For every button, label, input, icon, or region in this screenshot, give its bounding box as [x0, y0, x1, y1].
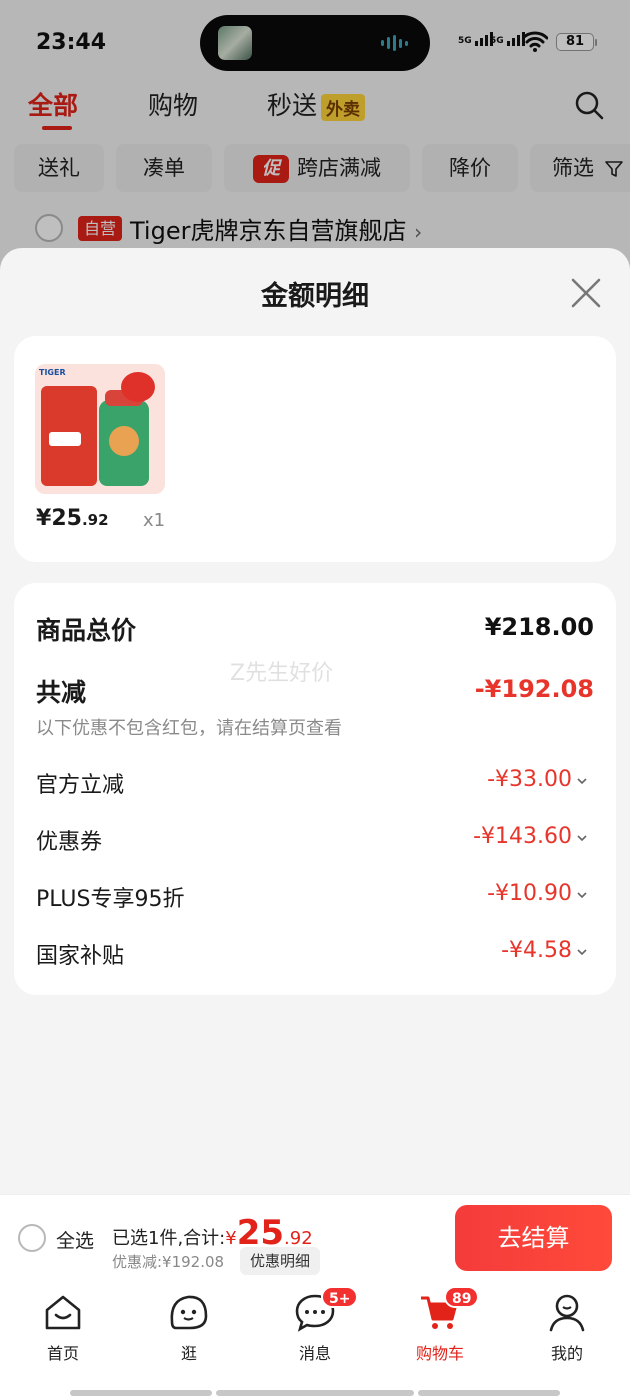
home-indicator	[70, 1390, 212, 1396]
profile-icon	[549, 1294, 585, 1332]
discount-item-value: -¥10.90	[487, 881, 572, 906]
discount-item-value: -¥4.58	[501, 938, 572, 963]
tab-home-label: 首页	[46, 1344, 79, 1363]
checkout-bar: 全选 已选1件,合计:¥25.92 优惠减:¥192.08 优惠明细 去结算	[0, 1194, 630, 1282]
close-icon[interactable]	[569, 276, 603, 310]
tab-messages-label: 消息	[298, 1344, 331, 1363]
tab-cart-label: 购物车	[415, 1344, 464, 1363]
product-quantity: x1	[143, 510, 166, 531]
discount-item-label: 官方立减	[36, 773, 125, 798]
brand-logo: TIGER	[39, 368, 66, 377]
tab-home[interactable]: 首页	[23, 1292, 103, 1364]
select-all-label[interactable]: 全选	[56, 1226, 94, 1253]
product-card: TIGER ¥25.92 x1	[14, 336, 616, 562]
discount-item-value: -¥143.60	[473, 824, 572, 849]
modal-dim-overlay[interactable]	[0, 0, 630, 270]
amount-detail-sheet: 金额明细 TIGER ¥25.92 x1 Z先生好价 商品总价 ¥218.00 …	[0, 248, 630, 1194]
discount-detail-button[interactable]: 优惠明细	[240, 1247, 321, 1275]
bottle-graphic	[99, 390, 149, 486]
discount-item-label: PLUS专享95折	[36, 887, 185, 912]
chevron-down-icon[interactable]	[576, 775, 588, 787]
total-discount-label: 共减	[36, 678, 87, 707]
product-thumbnail[interactable]: TIGER	[35, 364, 165, 494]
chevron-down-icon[interactable]	[576, 832, 588, 844]
discount-item-value: -¥33.00	[487, 767, 572, 792]
home-indicator-right	[418, 1390, 560, 1396]
total-price-value: ¥218.00	[484, 613, 594, 641]
tab-messages[interactable]: 5+ 消息	[275, 1286, 359, 1364]
total-discount-value: -¥192.08	[474, 675, 594, 703]
price-breakdown-card: Z先生好价 商品总价 ¥218.00 共减 -¥192.08 以下优惠不包含红包…	[14, 583, 616, 995]
home-icon	[45, 1295, 81, 1330]
tab-me-label: 我的	[550, 1344, 583, 1363]
total-price-label: 商品总价	[36, 616, 137, 645]
discount-item-label: 国家补贴	[36, 944, 125, 969]
checkout-button[interactable]: 去结算	[455, 1205, 612, 1271]
tab-me[interactable]: 我的	[527, 1292, 607, 1364]
discount-note: 以下优惠不包含红包，请在结算页查看	[36, 718, 342, 739]
promo-card-graphic	[41, 386, 97, 486]
tab-cart[interactable]: 89 购物车	[400, 1286, 480, 1364]
tab-browse[interactable]: 逛	[149, 1292, 229, 1364]
tab-browse-label: 逛	[180, 1344, 197, 1363]
chevron-down-icon[interactable]	[576, 946, 588, 958]
messages-badge: 5+	[321, 1286, 359, 1308]
check-badge-graphic	[121, 372, 155, 402]
discount-item-label: 优惠券	[36, 830, 103, 855]
chevron-down-icon[interactable]	[576, 889, 588, 901]
cart-badge: 89	[444, 1286, 480, 1308]
watermark-text: Z先生好价	[230, 661, 334, 686]
browse-face-icon	[170, 1295, 208, 1330]
saved-amount: 优惠减:¥192.08	[112, 1253, 225, 1271]
select-all-radio[interactable]	[18, 1224, 46, 1252]
product-price: ¥25.92	[36, 506, 109, 531]
bottom-tab-bar: 首页 逛 5+ 消息 89 购物车 我的	[0, 1282, 630, 1400]
home-indicator-mid	[216, 1390, 414, 1396]
sheet-title: 金额明细	[261, 281, 369, 312]
